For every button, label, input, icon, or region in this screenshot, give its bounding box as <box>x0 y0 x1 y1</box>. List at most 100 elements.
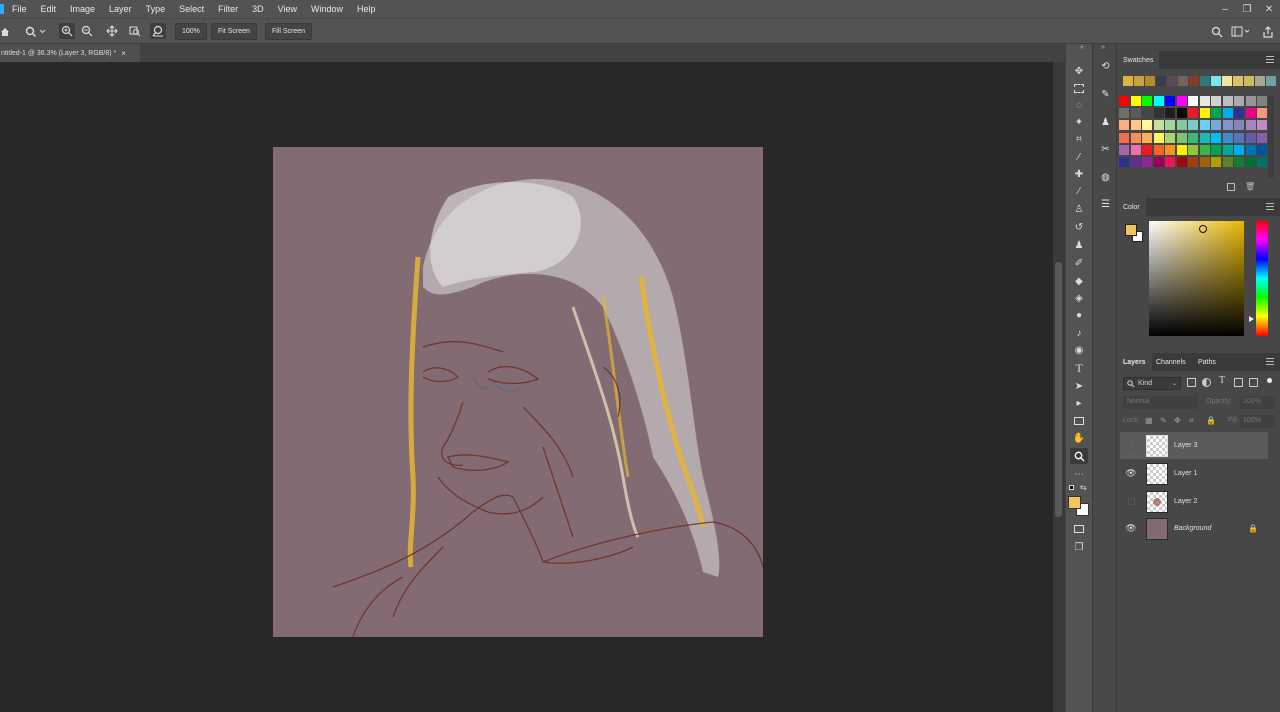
swatch[interactable] <box>1165 132 1175 143</box>
swatch[interactable] <box>1142 96 1152 106</box>
filter-smart-object-icon[interactable] <box>1249 378 1258 387</box>
swatch[interactable] <box>1153 157 1164 167</box>
swatch[interactable] <box>1130 96 1141 106</box>
swatch[interactable] <box>1222 120 1233 131</box>
swatch[interactable] <box>1200 76 1210 86</box>
swap-colors-icon[interactable]: ⇆ <box>1080 483 1087 492</box>
color-saturation-field[interactable] <box>1149 221 1244 336</box>
zoom-all-windows-icon[interactable] <box>127 23 143 39</box>
swatch[interactable] <box>1245 108 1256 119</box>
delete-swatch-icon[interactable]: 🗑 <box>1245 182 1255 191</box>
swatch[interactable] <box>1123 76 1133 86</box>
artboard-canvas[interactable] <box>273 147 763 637</box>
swatch[interactable] <box>1119 96 1129 106</box>
close-window-icon[interactable]: ✕ <box>1258 0 1280 18</box>
lock-all-icon[interactable]: 🔒 <box>1206 416 1216 425</box>
filter-toggle-icon[interactable] <box>1267 378 1272 383</box>
swatch[interactable] <box>1211 157 1221 167</box>
pen-tool-icon[interactable]: ◉ <box>1070 342 1088 358</box>
layer-row[interactable]: Layer 3 <box>1120 432 1268 459</box>
swatch[interactable] <box>1188 96 1198 106</box>
swatch[interactable] <box>1153 132 1164 143</box>
swatch[interactable] <box>1234 108 1244 119</box>
swatch[interactable] <box>1211 108 1221 119</box>
swatch[interactable] <box>1156 76 1166 86</box>
healing-brush-tool-icon[interactable]: ✚ <box>1070 166 1088 182</box>
swatch[interactable] <box>1153 144 1164 155</box>
swatch[interactable] <box>1130 144 1141 155</box>
menu-filter[interactable]: Filter <box>210 4 244 14</box>
menu-layer[interactable]: Layer <box>101 4 138 14</box>
swatch[interactable] <box>1222 96 1233 106</box>
swatch[interactable] <box>1119 108 1129 119</box>
layer-name[interactable]: Background <box>1174 525 1211 532</box>
vertical-scrollbar[interactable] <box>1053 62 1065 712</box>
swatch[interactable] <box>1130 120 1141 131</box>
swatch[interactable] <box>1167 76 1177 86</box>
swatch[interactable] <box>1234 157 1244 167</box>
swatch[interactable] <box>1153 96 1164 106</box>
marquee-tool-icon[interactable] <box>1070 80 1088 96</box>
tool-presets-icon[interactable]: ✂ <box>1097 141 1114 158</box>
layer-name[interactable]: Layer 1 <box>1174 470 1197 477</box>
color-tab[interactable]: Color <box>1117 198 1146 216</box>
swatch[interactable] <box>1257 144 1267 155</box>
lock-transparent-icon[interactable]: ▦ <box>1145 416 1153 425</box>
swatch[interactable] <box>1176 144 1187 155</box>
swatch[interactable] <box>1245 132 1256 143</box>
share-icon[interactable] <box>1261 23 1275 40</box>
dodge-tool-icon[interactable]: ♪ <box>1070 325 1088 341</box>
history-brush-tool-icon[interactable]: ↺ <box>1070 219 1088 235</box>
hand-tool-icon[interactable]: ✋ <box>1070 430 1088 446</box>
swatch[interactable] <box>1211 76 1221 86</box>
filter-shape-icon[interactable] <box>1234 378 1243 387</box>
swatch[interactable] <box>1266 76 1276 86</box>
filter-pixel-icon[interactable] <box>1187 378 1196 387</box>
collapse-toolbar-icon[interactable]: « <box>1080 44 1084 51</box>
swatch[interactable] <box>1257 96 1267 106</box>
swatch[interactable] <box>1199 132 1210 143</box>
fill-screen-button[interactable]: Fill Screen <box>265 23 313 40</box>
swatch[interactable] <box>1119 157 1129 167</box>
menu-help[interactable]: Help <box>349 4 382 14</box>
foreground-color-swatch[interactable] <box>1068 496 1081 509</box>
swatch[interactable] <box>1145 76 1155 86</box>
layer-row[interactable]: 👁 Background 🔒 <box>1120 515 1268 542</box>
swatch[interactable] <box>1142 132 1152 143</box>
hue-slider-handle[interactable] <box>1249 316 1254 322</box>
swatch[interactable] <box>1199 157 1210 167</box>
swatch[interactable] <box>1222 144 1233 155</box>
resize-windows-icon[interactable] <box>104 23 120 39</box>
swatch[interactable] <box>1165 120 1175 131</box>
swatch[interactable] <box>1244 76 1254 86</box>
properties-panel-icon[interactable]: ☰ <box>1097 196 1114 213</box>
document-tab[interactable]: ntitled-1 @ 36.3% (Layer 3, RGB/8) * × <box>0 44 140 62</box>
swatch[interactable] <box>1176 108 1187 119</box>
swatch[interactable] <box>1119 132 1129 143</box>
home-icon[interactable] <box>0 23 10 40</box>
swatch[interactable] <box>1165 157 1175 167</box>
swatch[interactable] <box>1234 120 1244 131</box>
eye-icon[interactable]: 👁 <box>1124 468 1138 479</box>
swatch[interactable] <box>1134 76 1144 86</box>
stamp-tool-icon[interactable]: ♟ <box>1070 237 1088 253</box>
menu-file[interactable]: File <box>4 4 33 14</box>
swatch[interactable] <box>1188 120 1198 131</box>
swatch[interactable] <box>1165 108 1175 119</box>
path-selection-tool-icon[interactable]: ➤ <box>1070 378 1088 394</box>
zoom-tool-icon[interactable] <box>1070 448 1088 464</box>
type-tool-icon[interactable]: T <box>1070 360 1088 376</box>
swatch[interactable] <box>1222 157 1233 167</box>
swatch[interactable] <box>1188 157 1198 167</box>
layer-row[interactable]: Layer 2 <box>1120 488 1268 515</box>
color-menu-icon[interactable] <box>1266 203 1274 210</box>
swatch[interactable] <box>1199 108 1210 119</box>
eye-icon[interactable]: 👁 <box>1124 523 1138 534</box>
fit-screen-button[interactable]: Fit Screen <box>211 23 257 40</box>
swatch[interactable] <box>1199 144 1210 155</box>
blend-mode-select[interactable]: Normal <box>1123 396 1198 409</box>
layer-name[interactable]: Layer 2 <box>1174 498 1197 505</box>
eyedropper-tool-icon[interactable]: ⁄ <box>1070 149 1088 165</box>
close-tab-icon[interactable]: × <box>121 49 126 58</box>
clone-stamp-tool-icon[interactable]: ♙ <box>1070 201 1088 217</box>
